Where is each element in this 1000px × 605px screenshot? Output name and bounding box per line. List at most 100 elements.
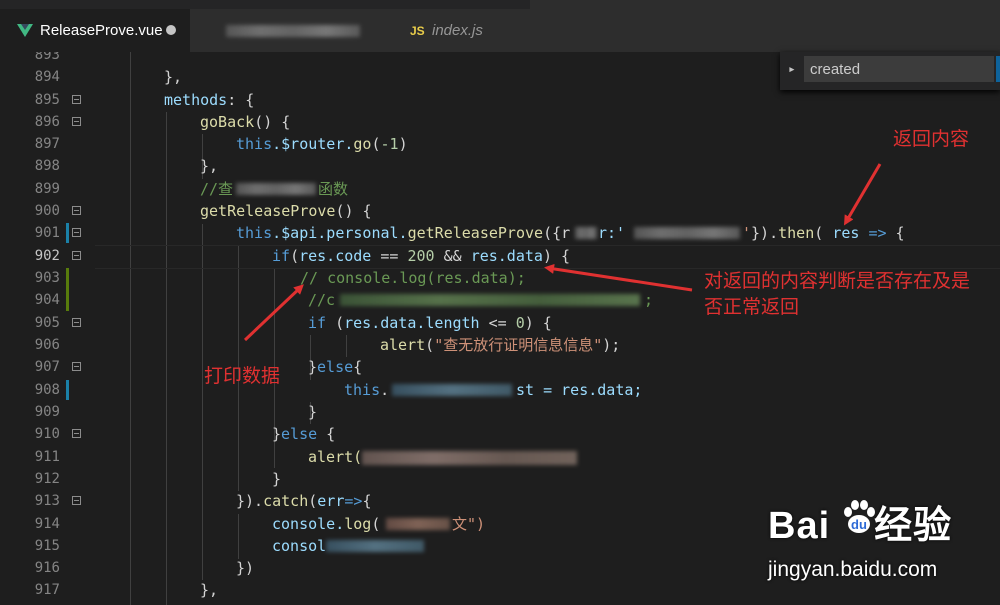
line-number: 909	[34, 404, 60, 420]
blurred-code	[575, 227, 597, 239]
blurred-code	[392, 384, 512, 396]
find-widget: ▸	[780, 52, 1000, 90]
fold-toggle-icon[interactable]	[72, 496, 81, 505]
annotation-print-data: 打印数据	[204, 366, 281, 387]
line-number: 907	[34, 359, 60, 375]
svg-text:du: du	[851, 517, 867, 532]
code-text: if (res.data.length <= 0) {	[308, 314, 552, 332]
line-number: 913	[34, 493, 60, 509]
code-text: getReleaseProve() {	[200, 202, 372, 220]
code-text: methods: {	[164, 91, 255, 109]
code-line[interactable]: 910 }else {	[0, 423, 1000, 445]
code-line[interactable]: 911 alert(	[0, 446, 1000, 468]
code-text: // console.log(res.data);	[300, 269, 526, 287]
chevron-right-icon[interactable]: ▸	[788, 62, 796, 77]
line-number: 904	[34, 292, 60, 308]
tab-bar: ReleaseProve.vue ≡ JS index.js	[0, 0, 1000, 52]
line-number: 917	[34, 582, 60, 598]
tab-index-js[interactable]: JS index.js	[390, 9, 530, 52]
watermark-url: jingyan.baidu.com	[768, 558, 938, 581]
code-line[interactable]: 908 this. st = res.data;	[0, 379, 1000, 401]
unsaved-dot-icon[interactable]	[166, 25, 176, 35]
code-line[interactable]: 898 },	[0, 155, 1000, 177]
fold-toggle-icon[interactable]	[72, 117, 81, 126]
line-number: 895	[34, 92, 60, 108]
code-line[interactable]: 895 methods: {	[0, 89, 1000, 111]
code-line[interactable]: 907 }else{	[0, 356, 1000, 378]
line-number: 905	[34, 315, 60, 331]
line-number: 906	[34, 337, 60, 353]
code-text: }).catch(err=>{	[236, 492, 372, 510]
line-number: 899	[34, 181, 60, 197]
tab-releaseprove-vue[interactable]: ReleaseProve.vue	[0, 9, 190, 52]
code-text: if(res.code == 200 && res.data) {	[272, 247, 571, 265]
code-text: 函数	[318, 180, 349, 198]
code-text: //查	[200, 180, 234, 198]
code-line[interactable]: 897 this.$router.go(-1)	[0, 133, 1000, 155]
blurred-code	[634, 227, 740, 239]
code-line[interactable]: 909 }	[0, 401, 1000, 423]
code-text: '}).then( res => {	[742, 224, 905, 242]
fold-toggle-icon[interactable]	[72, 206, 81, 215]
fold-toggle-icon[interactable]	[72, 251, 81, 260]
code-line[interactable]: 905 if (res.data.length <= 0) {	[0, 312, 1000, 334]
line-number: 902	[34, 248, 60, 264]
line-number: 915	[34, 538, 60, 554]
code-text: },	[200, 157, 219, 175]
fold-toggle-icon[interactable]	[72, 95, 81, 104]
code-text: }	[272, 470, 282, 488]
fold-toggle-icon[interactable]	[72, 228, 81, 237]
line-number: 908	[34, 382, 60, 398]
code-line[interactable]: 901 this.$api.personal.getReleaseProve({…	[0, 222, 1000, 244]
fold-toggle-icon[interactable]	[72, 362, 81, 371]
code-line[interactable]: 896 goBack() {	[0, 111, 1000, 133]
find-input[interactable]	[804, 56, 994, 82]
annotation-check-line2: 否正常返回	[704, 297, 800, 318]
code-text: this.	[344, 381, 390, 399]
code-text: this.$api.personal.getReleaseProve({r	[236, 224, 571, 242]
blurred-code	[236, 183, 316, 195]
annotation-check-line1: 对返回的内容判断是否存在及是	[704, 271, 971, 292]
line-number: 894	[34, 69, 60, 85]
code-text: st = res.data;	[516, 381, 643, 399]
line-number: 896	[34, 114, 60, 130]
code-line[interactable]: 912 }	[0, 468, 1000, 490]
blurred-code	[326, 540, 424, 552]
code-text: console.log(	[272, 515, 381, 533]
code-text: ;	[644, 291, 654, 309]
code-line[interactable]: 902 if(res.code == 200 && res.data) {	[0, 245, 1000, 267]
code-text: alert(	[308, 448, 363, 466]
line-number: 893	[34, 52, 60, 63]
code-text: alert("查无放行证明信息信息");	[380, 336, 621, 354]
blurred-code	[362, 451, 577, 465]
line-number: 897	[34, 136, 60, 152]
line-number: 898	[34, 158, 60, 174]
line-number: 903	[34, 270, 60, 286]
line-number: 901	[34, 225, 60, 241]
line-number: 916	[34, 560, 60, 576]
paw-icon: du	[844, 500, 875, 533]
git-modified-marker	[66, 380, 69, 400]
tab-label: ReleaseProve.vue	[40, 22, 163, 39]
code-text: },	[164, 68, 183, 86]
code-line[interactable]: 900 getReleaseProve() {	[0, 200, 1000, 222]
code-text: this.$router.go(-1)	[236, 135, 408, 153]
tab-bar-empty-area	[530, 0, 1000, 52]
code-line[interactable]: 899 //查 函数	[0, 178, 1000, 200]
tab-label: index.js	[432, 22, 483, 39]
tab-blurred-file[interactable]: ≡	[190, 9, 408, 52]
js-icon: JS	[410, 24, 425, 38]
code-text: }	[308, 403, 318, 421]
annotation-return-content: 返回内容	[893, 129, 970, 150]
line-number: 900	[34, 203, 60, 219]
fold-toggle-icon[interactable]	[72, 429, 81, 438]
code-text: },	[200, 581, 219, 599]
code-text: }else {	[272, 425, 336, 443]
code-text: })	[236, 559, 255, 577]
fold-toggle-icon[interactable]	[72, 318, 81, 327]
line-number: 914	[34, 516, 60, 532]
code-text: goBack() {	[200, 113, 291, 131]
code-text: consol	[272, 537, 327, 555]
blurred-tab-label	[226, 25, 360, 37]
code-line[interactable]: 906 alert("查无放行证明信息信息");	[0, 334, 1000, 356]
